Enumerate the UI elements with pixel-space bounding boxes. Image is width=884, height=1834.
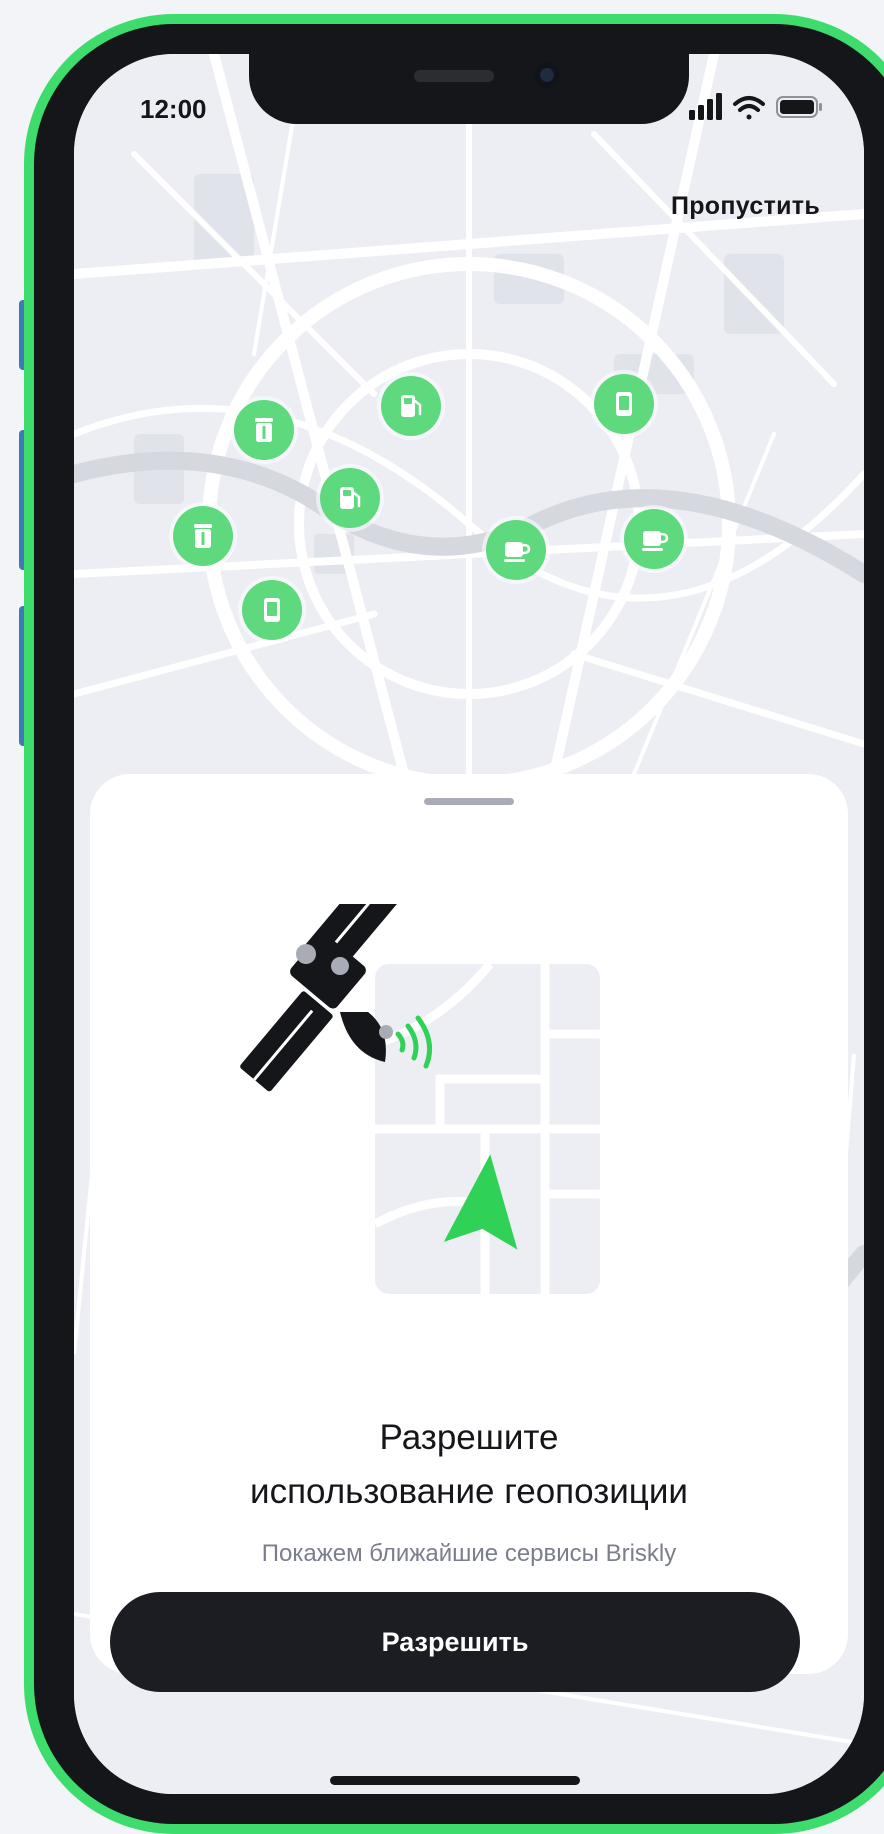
sheet-subtitle: Покажем ближайшие сервисы Briskly [261, 1540, 677, 1567]
skip-button[interactable]: Пропустить [671, 192, 820, 221]
map-marker-fuel[interactable] [381, 376, 441, 436]
allow-location-button[interactable]: Разрешить [110, 1592, 800, 1692]
phone-icon [264, 598, 280, 622]
earpiece-speaker [414, 70, 494, 82]
trash-bin-icon [194, 524, 212, 548]
fuel-pump-icon [401, 395, 422, 417]
location-permission-sheet: Разрешите использование геопозиции Покаж… [90, 774, 848, 1674]
map-marker-phone[interactable] [594, 374, 654, 434]
status-icons [689, 93, 822, 120]
notch [249, 54, 689, 124]
map-marker-coffee[interactable] [486, 520, 546, 580]
front-camera [534, 62, 560, 88]
satellite-map-illustration [240, 904, 600, 1294]
home-indicator[interactable] [330, 1776, 580, 1785]
sheet-title-line2: использование геопозиции [250, 1472, 688, 1511]
fuel-pump-icon [340, 487, 361, 509]
battery-icon [776, 96, 822, 118]
map-marker-trash[interactable] [173, 506, 233, 566]
phone-screen: 12:00 Пропустить Разрешите использование… [74, 54, 864, 1794]
phone-icon [616, 392, 632, 416]
sheet-title-line1: Разрешите [379, 1418, 559, 1457]
wifi-icon [733, 96, 765, 120]
trash-bin-icon [255, 418, 273, 442]
map-marker-coffee[interactable] [624, 509, 684, 569]
status-time: 12:00 [140, 94, 207, 124]
sheet-grabber[interactable] [424, 798, 514, 805]
signal-icon [689, 93, 722, 120]
mini-map-icon [372, 961, 600, 1294]
map-marker-trash[interactable] [234, 400, 294, 460]
coffee-cup-icon [504, 542, 531, 562]
map-marker-phone[interactable] [242, 580, 302, 640]
map-marker-fuel[interactable] [320, 468, 380, 528]
coffee-cup-icon [642, 531, 669, 551]
